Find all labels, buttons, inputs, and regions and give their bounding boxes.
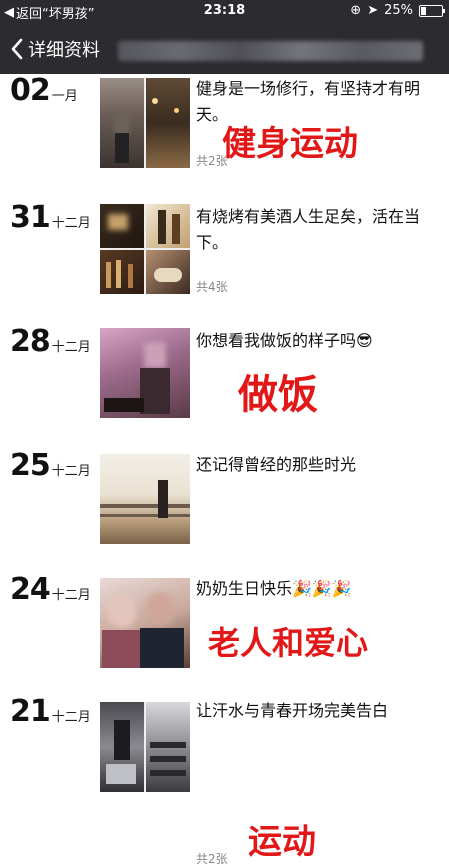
photo-thumb [146,204,190,248]
photo-thumbnails[interactable] [100,328,190,418]
date-month: 十二月 [51,464,91,479]
date-month: 十二月 [51,710,91,725]
battery-icon [419,4,445,17]
photo-thumbnails[interactable] [100,578,190,668]
moment-date: 24 十二月 [10,572,91,607]
moment-text: 你想看我做饭的样子吗😎 [196,331,373,350]
annotation-label: 做饭 [238,372,318,418]
nav-bar: 详细资料 [0,22,449,74]
photo-thumb [100,204,144,248]
photo-thumb [100,328,190,418]
battery-percent: 25% [384,3,413,18]
moment-item[interactable]: 28 十二月 你想看我做饭的样子吗😎 做饭 [0,324,449,436]
moment-text: 还记得曾经的那些时光 [196,455,357,474]
moment-item[interactable]: 31 十二月 有烧烤有美酒人生足矣，活在当下。 共4张 [0,200,449,312]
photo-thumb [100,578,190,668]
annotation-label: 运动 [248,822,316,862]
photo-thumb [100,250,144,294]
photo-thumbnails[interactable] [100,204,190,294]
moment-text: 有烧烤有美酒人生足矣，活在当下。 [196,207,421,252]
date-month: 十二月 [51,216,91,231]
date-day: 02 [10,73,51,108]
date-month: 十二月 [51,588,91,603]
moment-text: 让汗水与青春开场完美告白 [196,701,389,720]
photo-count: 共4张 [196,280,228,294]
annotation-label: 健身运动 [222,124,358,164]
moment-date: 02 一月 [10,73,78,108]
date-day: 31 [10,200,51,235]
photo-thumb [100,454,190,544]
moment-date: 21 十二月 [10,694,91,729]
chevron-left-icon [11,38,23,60]
rotation-lock-icon: ⊕ [350,3,362,18]
moment-date: 31 十二月 [10,200,91,235]
photo-thumb [100,78,144,168]
photo-thumbnails[interactable] [100,702,190,792]
photo-thumbnails[interactable] [100,78,190,168]
date-day: 24 [10,572,51,607]
moment-date: 28 十二月 [10,324,91,359]
moment-item[interactable]: 24 十二月 奶奶生日快乐🎉🎉🎉 老人和爱心 [0,572,449,684]
moment-item[interactable]: 21 十二月 让汗水与青春开场完美告白 共2张 运动 [0,694,449,866]
photo-thumb [146,702,190,792]
date-day: 25 [10,448,51,483]
moment-text: 奶奶生日快乐🎉🎉🎉 [196,579,352,598]
location-icon: ➤ [367,3,379,18]
page-title: 详细资料 [28,40,100,61]
photo-thumb [146,78,190,168]
date-day: 28 [10,324,51,359]
date-day: 21 [10,694,51,729]
photo-thumb [146,250,190,294]
date-month: 一月 [51,89,78,104]
moment-item[interactable]: 25 十二月 还记得曾经的那些时光 [0,448,449,562]
moment-item[interactable]: 02 一月 健身是一场修行，有坚持才有明天。 共2张 健身运动 [0,73,449,184]
annotation-label: 老人和爱心 [208,624,369,662]
back-button[interactable]: 详细资料 [10,36,100,62]
status-bar: ◀ 返回“坏男孩” 23:18 ⊕ ➤ 25% [0,0,449,22]
blurred-username [118,41,423,61]
moment-date: 25 十二月 [10,448,91,483]
status-indicators: ⊕ ➤ 25% [350,3,445,18]
photo-thumbnails[interactable] [100,454,190,544]
date-month: 十二月 [51,340,91,355]
photo-thumb [100,702,144,792]
photo-count: 共2张 [196,852,228,866]
